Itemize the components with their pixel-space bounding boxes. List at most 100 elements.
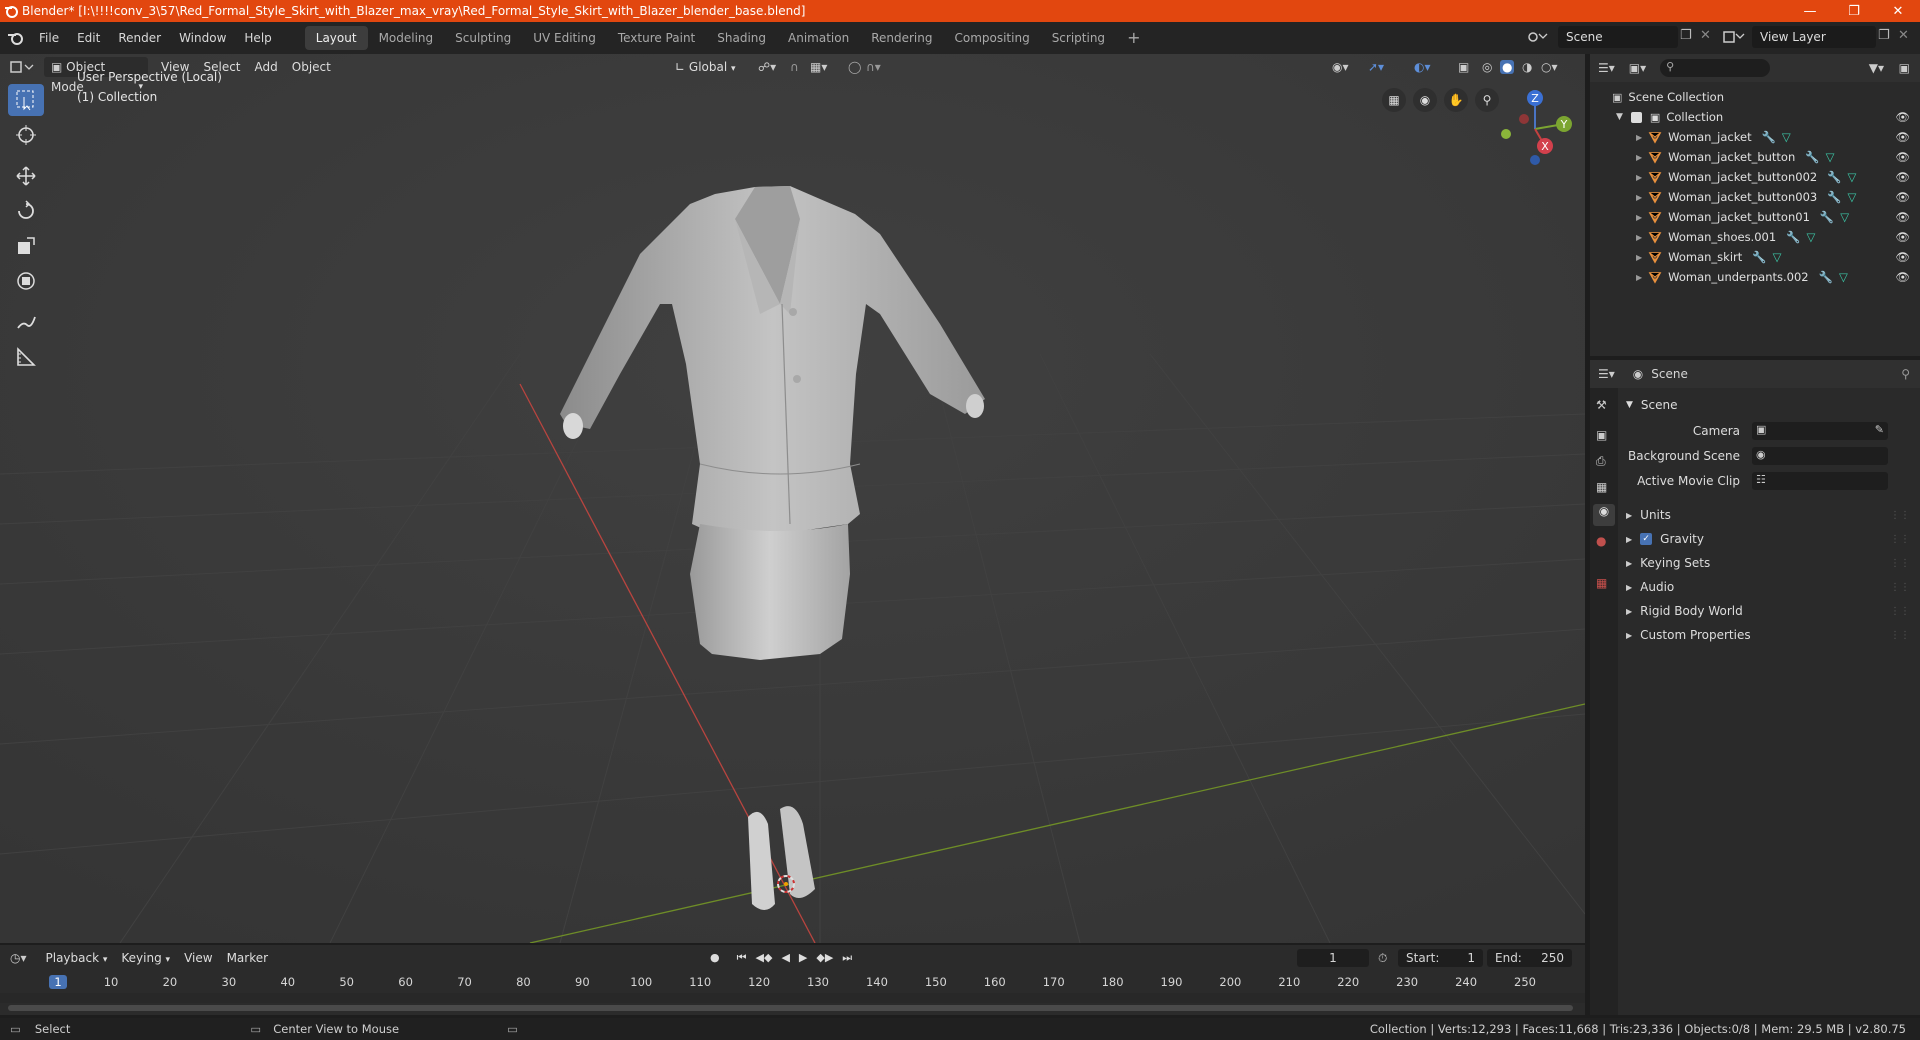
record-icon[interactable]: ● (710, 951, 720, 965)
transform-tool[interactable] (8, 265, 44, 297)
modifier-wrench-icon[interactable]: 🔧 (1805, 150, 1819, 164)
new-view-layer-icon[interactable]: ❐ (1878, 28, 1890, 43)
transform-orientation-dropdown[interactable]: ∟ Global ▾ (668, 57, 746, 77)
tab-animation[interactable]: Animation (777, 26, 860, 50)
toggle-grid-view-icon[interactable]: ▦ (1382, 88, 1406, 112)
expand-arrow-icon[interactable]: ▼ (1616, 112, 1623, 122)
visibility-filter-icon[interactable]: ◉▾ (1332, 60, 1349, 74)
subpanel-header[interactable]: ▶ Rigid Body World ⋮⋮ (1626, 601, 1916, 621)
expand-arrow-icon[interactable]: ▶ (1636, 253, 1642, 262)
world-tab-icon[interactable]: ● (1596, 534, 1606, 548)
viewport-scene[interactable] (0, 54, 1585, 943)
menu-playback[interactable]: Playback ▾ (39, 948, 115, 968)
start-frame-field[interactable]: Start: 1 (1398, 949, 1483, 967)
subpanel-header[interactable]: ▶ Units ⋮⋮ (1626, 505, 1916, 525)
drag-handle-icon[interactable]: ⋮⋮ (1890, 606, 1910, 617)
outliner-object-row[interactable]: ▶ Woman_jacket_button01 🔧 ▽ 👁 (1590, 207, 1920, 227)
pivot-point-icon[interactable]: ☍▾ (758, 60, 776, 74)
drag-handle-icon[interactable]: ⋮⋮ (1890, 630, 1910, 641)
stopwatch-icon[interactable]: ⏱ (1378, 951, 1387, 966)
annotate-tool[interactable] (8, 306, 44, 338)
eye-icon[interactable]: 👁 (1895, 130, 1910, 144)
measure-tool[interactable] (8, 341, 44, 373)
maximize-button[interactable]: ❐ (1832, 0, 1876, 22)
mesh-data-icon[interactable]: ▽ (1848, 190, 1857, 204)
modifier-wrench-icon[interactable]: 🔧 (1762, 130, 1776, 144)
menu-window[interactable]: Window (170, 27, 235, 49)
collection-row[interactable]: ▼ ▣ Collection 👁 (1590, 107, 1920, 127)
select-box-tool[interactable] (8, 84, 44, 116)
move-tool[interactable] (8, 160, 44, 192)
tab-scripting[interactable]: Scripting (1041, 26, 1116, 50)
next-keyframe-icon[interactable]: ◆▶ (816, 951, 833, 965)
pan-hand-icon[interactable]: ✋ (1444, 88, 1468, 112)
tab-sculpting[interactable]: Sculpting (444, 26, 522, 50)
modifier-wrench-icon[interactable]: 🔧 (1827, 170, 1841, 184)
modifier-wrench-icon[interactable]: 🔧 (1752, 250, 1766, 264)
new-collection-icon[interactable]: ▣ (1899, 61, 1910, 75)
proportional-edit-icon[interactable]: ◯ (848, 60, 861, 74)
subpanel-header[interactable]: ▶ Keying Sets ⋮⋮ (1626, 553, 1916, 573)
rotate-tool[interactable] (8, 195, 44, 227)
eye-icon[interactable]: 👁 (1895, 150, 1910, 164)
gizmo-toggle-icon[interactable]: ➚▾ (1368, 60, 1384, 74)
modifier-wrench-icon[interactable]: 🔧 (1827, 190, 1841, 204)
play-icon[interactable]: ▶ (799, 951, 807, 965)
menu-timeline-view[interactable]: View (177, 948, 219, 968)
eye-icon[interactable]: 👁 (1895, 170, 1910, 184)
tab-texture-paint[interactable]: Texture Paint (607, 26, 706, 50)
editor-type-icon[interactable] (8, 58, 38, 76)
menu-help[interactable]: Help (235, 27, 280, 49)
frame-ruler[interactable]: 1 10 20 30 40 50 60 70 80 90 100 110 120 130 140 150 160… (0, 973, 1585, 993)
mesh-data-icon[interactable]: ▽ (1807, 230, 1816, 244)
expand-arrow-icon[interactable]: ▶ (1636, 133, 1642, 142)
solid-shading-icon[interactable]: ● (1500, 60, 1515, 74)
timeline-track-area[interactable] (0, 993, 1585, 1003)
outliner-object-row[interactable]: ▶ Woman_jacket_button003 🔧 ▽ 👁 (1590, 187, 1920, 207)
modifier-wrench-icon[interactable]: 🔧 (1819, 270, 1833, 284)
tab-layout[interactable]: Layout (304, 26, 368, 50)
minimize-button[interactable]: — (1788, 0, 1832, 22)
snap-toggle-icon[interactable]: ∩ (790, 60, 799, 74)
eye-icon[interactable]: 👁 (1895, 250, 1910, 264)
gravity-checkbox[interactable]: ✓ (1640, 533, 1653, 545)
background-scene-field[interactable]: ◉ (1752, 447, 1888, 465)
properties-editor-icon[interactable]: ☰▾ (1598, 367, 1615, 381)
outliner-search-input[interactable]: ⚲ (1660, 59, 1771, 77)
expand-arrow-icon[interactable]: ▶ (1636, 213, 1642, 222)
mesh-data-icon[interactable]: ▽ (1839, 270, 1848, 284)
collection-checkbox[interactable] (1630, 111, 1642, 123)
filter-icon[interactable]: ▼▾ (1869, 61, 1884, 75)
active-movie-clip-field[interactable]: ☷ (1752, 472, 1888, 490)
expand-arrow-icon[interactable]: ▶ (1636, 273, 1642, 282)
scene-browse-icon[interactable] (1527, 29, 1555, 45)
tab-shading[interactable]: Shading (706, 26, 777, 50)
eyedropper-icon[interactable]: ✎ (1875, 423, 1884, 436)
timeline-editor-icon[interactable]: ◷▾ (10, 951, 27, 965)
outliner-object-row[interactable]: ▶ Woman_jacket_button 🔧 ▽ 👁 (1590, 147, 1920, 167)
subpanel-header[interactable]: ▶ ✓ Gravity ⋮⋮ (1626, 529, 1916, 549)
eye-icon[interactable]: 👁 (1895, 210, 1910, 224)
new-scene-icon[interactable]: ❐ (1680, 28, 1692, 43)
skirt-model[interactable] (690, 524, 850, 660)
menu-file[interactable]: File (30, 27, 68, 49)
tab-uv-editing[interactable]: UV Editing (522, 26, 607, 50)
scene-panel-header[interactable]: ▼ Scene (1626, 394, 1916, 416)
outliner-editor-icon[interactable]: ☰▾ (1598, 61, 1615, 75)
drag-handle-icon[interactable]: ⋮⋮ (1890, 510, 1910, 521)
scale-tool[interactable] (8, 230, 44, 262)
end-frame-field[interactable]: End: 250 (1487, 949, 1572, 967)
scene-tab-icon[interactable]: ◉ (1593, 504, 1615, 526)
jump-start-icon[interactable]: ⏮ (737, 951, 747, 965)
menu-object[interactable]: Object (285, 57, 338, 77)
drag-handle-icon[interactable]: ⋮⋮ (1890, 582, 1910, 593)
output-tab-icon[interactable]: ⎙ (1596, 454, 1606, 469)
current-frame-marker[interactable]: 1 (49, 975, 67, 989)
view-layer-browse-icon[interactable] (1722, 29, 1750, 45)
material-shading-icon[interactable]: ◑ (1522, 60, 1532, 74)
scene-selector[interactable]: Scene (1558, 26, 1678, 48)
current-frame-field[interactable]: 1 (1297, 949, 1369, 967)
menu-keying[interactable]: Keying ▾ (114, 948, 177, 968)
prev-keyframe-icon[interactable]: ◀◆ (756, 951, 773, 965)
menu-render[interactable]: Render (109, 27, 170, 49)
